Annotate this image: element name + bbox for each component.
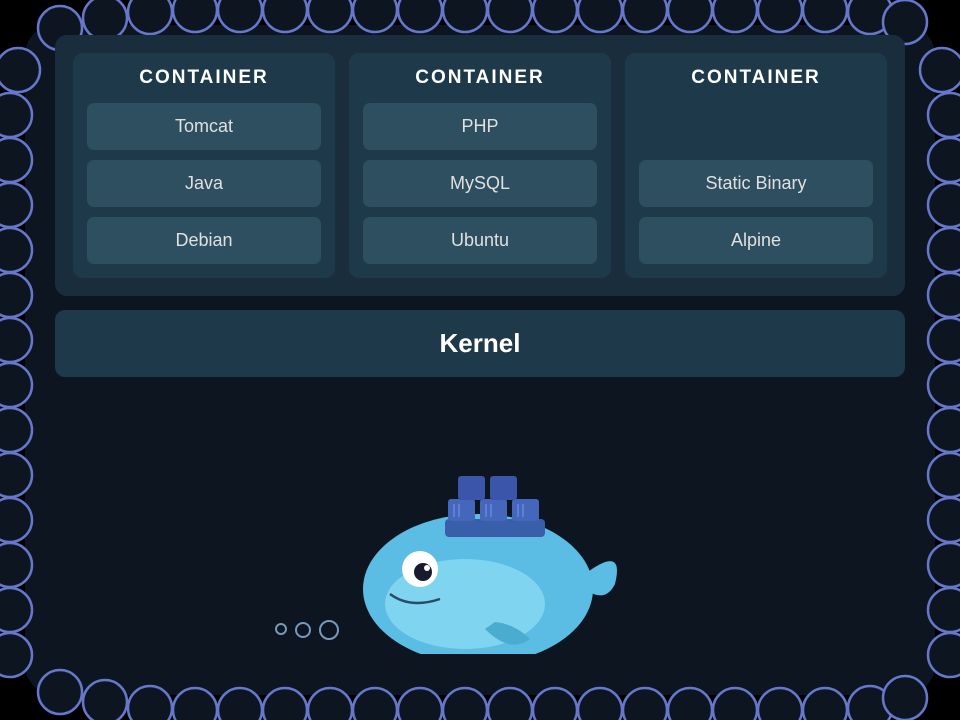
containers-wrapper: CONTAINER Tomcat Java Debian CONTAINER P… bbox=[55, 35, 905, 296]
container-1: CONTAINER Tomcat Java Debian bbox=[73, 53, 335, 278]
container-3-layer-1: Alpine bbox=[639, 217, 873, 264]
container-1-layer-2: Debian bbox=[87, 217, 321, 264]
container-1-layer-1: Java bbox=[87, 160, 321, 207]
container-2: CONTAINER PHP MySQL Ubuntu bbox=[349, 53, 611, 278]
docker-whale-icon bbox=[330, 424, 630, 654]
container-2-title: CONTAINER bbox=[415, 67, 545, 89]
bubble-2 bbox=[295, 622, 311, 638]
whale-bubbles bbox=[275, 620, 339, 640]
whale-area bbox=[55, 377, 905, 690]
container-3: CONTAINER . Static Binary Alpine bbox=[625, 53, 887, 278]
bubble-1 bbox=[275, 623, 287, 635]
container-2-layer-0: PHP bbox=[363, 103, 597, 150]
container-1-layer-0: Tomcat bbox=[87, 103, 321, 150]
kernel-label: Kernel bbox=[440, 328, 521, 358]
container-3-title: CONTAINER bbox=[691, 67, 821, 89]
bubble-3 bbox=[319, 620, 339, 640]
kernel-bar: Kernel bbox=[55, 310, 905, 377]
container-3-spacer: . bbox=[639, 103, 873, 150]
container-2-layer-2: Ubuntu bbox=[363, 217, 597, 264]
container-2-layer-1: MySQL bbox=[363, 160, 597, 207]
container-3-layer-0: Static Binary bbox=[639, 160, 873, 207]
container-1-title: CONTAINER bbox=[139, 67, 269, 89]
